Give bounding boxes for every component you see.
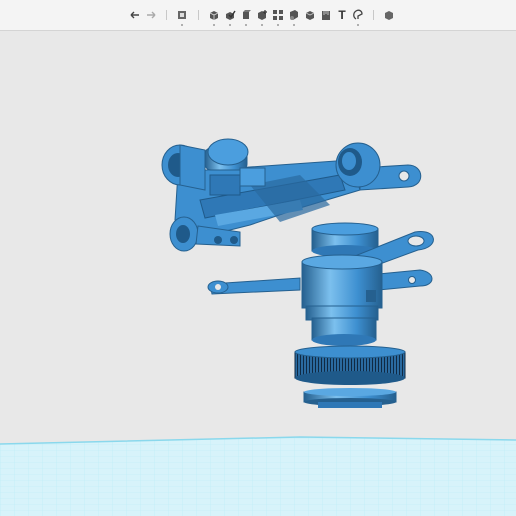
- material-icon[interactable]: [383, 9, 395, 21]
- menu-indicator-dot: [293, 24, 295, 26]
- menu-indicator-dot: [245, 24, 247, 26]
- toolbar-divider: [373, 10, 374, 20]
- 3d-viewport[interactable]: [0, 31, 516, 516]
- view-cube-icon[interactable]: [176, 9, 188, 21]
- redo-icon[interactable]: [145, 9, 157, 21]
- scene: [0, 138, 516, 516]
- primitive-box-icon[interactable]: [208, 9, 220, 21]
- group-icon[interactable]: [288, 9, 300, 21]
- menu-indicator-dot: [357, 24, 359, 26]
- menu-indicator-dot: [277, 24, 279, 26]
- menu-indicator-dot: [213, 24, 215, 26]
- toolbar-divider: [166, 10, 167, 20]
- measure-icon[interactable]: [320, 9, 332, 21]
- gimbal-arm-assembly[interactable]: [161, 138, 422, 252]
- motor-mount-assembly[interactable]: [207, 222, 434, 408]
- sketch-icon[interactable]: [224, 9, 236, 21]
- top-toolbar: T: [0, 0, 516, 31]
- undo-icon[interactable]: [129, 9, 141, 21]
- snap-icon[interactable]: [352, 9, 364, 21]
- ground-grid: [0, 436, 516, 516]
- menu-indicator-dot: [229, 24, 231, 26]
- toolbar-divider: [198, 10, 199, 20]
- text-icon[interactable]: T: [336, 9, 348, 21]
- menu-indicator-dot: [181, 24, 183, 26]
- menu-indicator-dot: [261, 24, 263, 26]
- pattern-icon[interactable]: [272, 9, 284, 21]
- combine-icon[interactable]: [304, 9, 316, 21]
- construct-icon[interactable]: [240, 9, 252, 21]
- modify-icon[interactable]: [256, 9, 268, 21]
